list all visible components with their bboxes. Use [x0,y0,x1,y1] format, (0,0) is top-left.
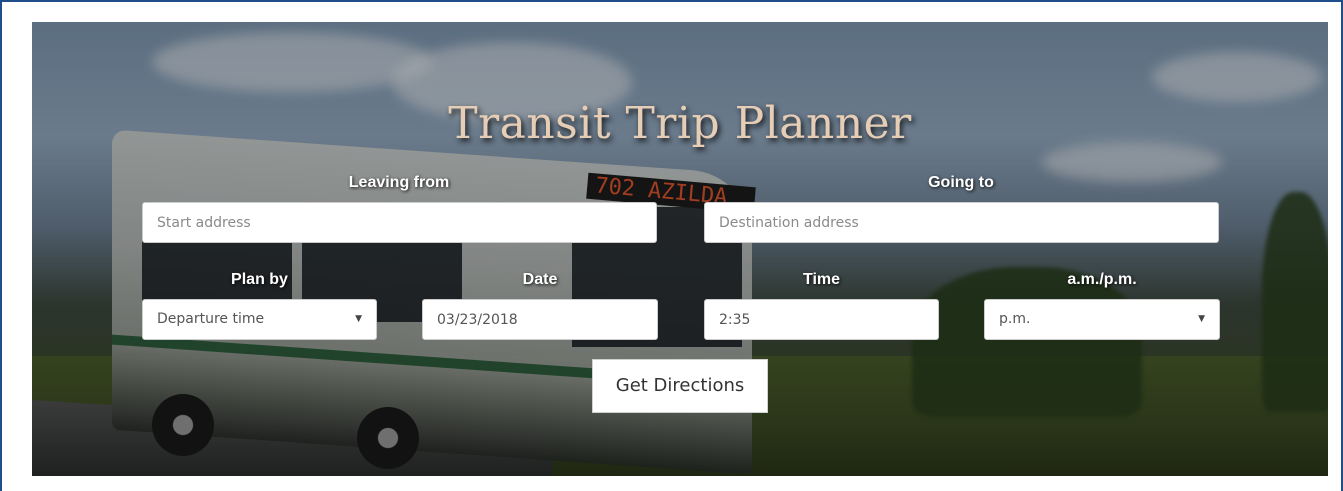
start-address-input[interactable] [142,202,657,243]
page-title: Transit Trip Planner [448,98,912,149]
get-directions-button[interactable]: Get Directions [592,359,768,413]
time-input[interactable] [704,299,939,340]
plan-by-value: Departure time [157,311,265,327]
leaving-from-label: Leaving from [348,174,450,191]
chevron-down-icon: ▼ [1198,314,1205,324]
time-label: Time [802,271,841,288]
ampm-value: p.m. [999,311,1031,327]
date-input[interactable] [422,299,658,340]
chevron-down-icon: ▼ [355,314,362,324]
plan-by-select[interactable]: Departure time ▼ [142,299,377,340]
hero-banner: 702 AZILDA Transit Trip Planner Leaving … [32,22,1328,476]
ampm-label: a.m./p.m. [1067,271,1137,288]
ampm-select[interactable]: p.m. ▼ [984,299,1220,340]
plan-by-label: Plan by [231,271,288,288]
going-to-label: Going to [928,174,994,191]
date-label: Date [522,271,558,288]
destination-address-input[interactable] [704,202,1219,243]
